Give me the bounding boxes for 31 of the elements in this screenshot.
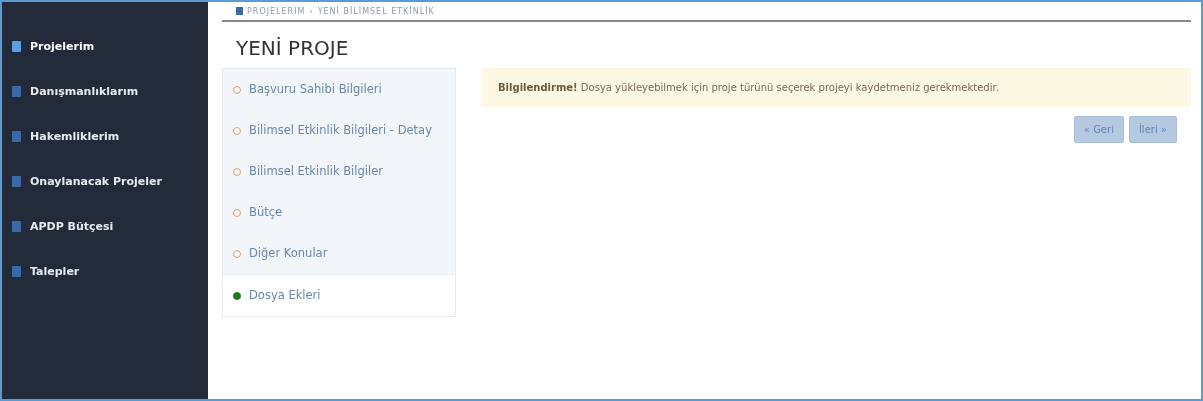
step-item[interactable]: Diğer Konular (223, 233, 455, 274)
clipboard-icon (12, 221, 21, 232)
sidebar-item[interactable]: Onaylanacak Projeler (2, 159, 208, 204)
step-item[interactable]: Bilimsel Etkinlik Bilgiler (223, 151, 455, 192)
clipboard-icon (12, 131, 21, 142)
breadcrumb-item[interactable]: YENİ BİLİMSEL ETKİNLİK (317, 6, 435, 16)
sidebar-item-label: Projelerim (30, 40, 95, 53)
sidebar-item[interactable]: Hakemliklerim (2, 114, 208, 159)
sidebar-item-label: APDP Bütçesi (30, 220, 114, 233)
step-item[interactable]: Dosya Ekleri (223, 274, 455, 316)
info-alert: Bilgilendirme! Dosya yükleyebilmek için proje türünü seçerek projeyi kaydetmeniz gerekmektedir. (482, 68, 1191, 107)
sidebar-item[interactable]: APDP Bütçesi (2, 204, 208, 249)
clipboard-icon (12, 41, 21, 52)
sidebar-item-label: Hakemliklerim (30, 130, 120, 143)
sidebar-item[interactable]: Danışmanlıklarım (2, 69, 208, 114)
step-item[interactable]: Bilimsel Etkinlik Bilgileri - Detay (223, 110, 455, 151)
page-title: YENİ PROJE (236, 36, 350, 60)
breadcrumb-item[interactable]: PROJELERIM (247, 6, 306, 16)
step-item[interactable]: Başvuru Sahibi Bilgileri (223, 69, 455, 110)
bookmark-icon (236, 7, 243, 15)
step-item[interactable]: Bütçe (223, 192, 455, 233)
sidebar-item[interactable]: Talepler (2, 249, 208, 294)
breadcrumb-separator: › (309, 6, 314, 16)
clipboard-icon (12, 86, 21, 97)
sidebar-item-label: Danışmanlıklarım (30, 85, 139, 98)
clipboard-icon (12, 266, 21, 277)
clipboard-icon (12, 176, 21, 187)
sidebar-item[interactable]: Projelerim (2, 24, 208, 69)
status-dot-icon (233, 292, 241, 300)
sidebar-item-label: Talepler (30, 265, 80, 278)
sidebar-item-label: Onaylanacak Projeler (30, 175, 162, 188)
